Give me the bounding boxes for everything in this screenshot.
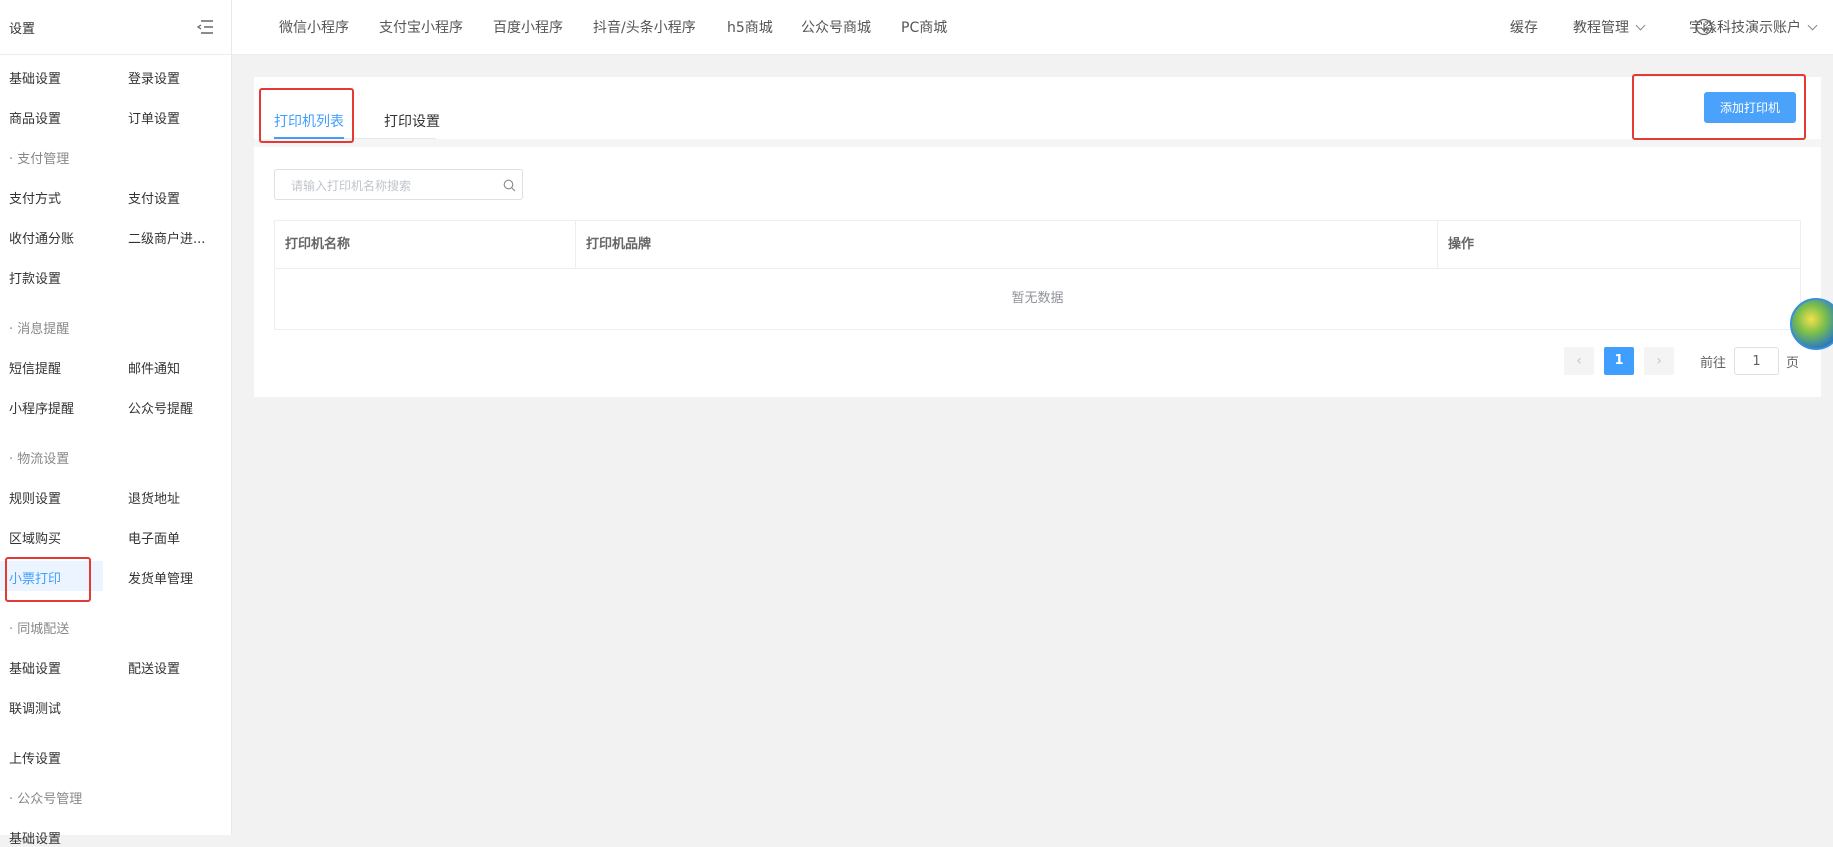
sidebar-group-pay: · 支付管理	[9, 152, 70, 167]
sidebar-group-msg: · 消息提醒	[9, 322, 70, 337]
sidebar-item-e-waybill[interactable]: 电子面单	[128, 528, 180, 547]
sidebar-item-rule[interactable]: 规则设置	[9, 488, 61, 507]
sidebar-item-pay-method[interactable]: 支付方式	[9, 188, 61, 207]
sidebar-item-payout[interactable]: 打款设置	[9, 268, 61, 287]
next-page-button[interactable]: ›	[1644, 347, 1674, 375]
sidebar-item-mp-basic[interactable]: 基础设置	[9, 828, 61, 847]
column-header-actions: 操作	[1437, 221, 1800, 269]
printer-search-box	[274, 169, 523, 200]
chevron-down-icon	[1807, 20, 1818, 31]
sidebar-item-goods[interactable]: 商品设置	[9, 108, 61, 127]
sidebar-item-sms[interactable]: 短信提醒	[9, 358, 61, 377]
goto-prefix: 前往	[1700, 356, 1727, 371]
sidebar-item-joint-test[interactable]: 联调测试	[9, 698, 61, 717]
tabs-bar: 打印机列表 打印设置 添加打印机	[254, 77, 1821, 139]
sidebar-item-region-buy[interactable]: 区域购买	[9, 528, 61, 547]
cache-link[interactable]: 缓存	[1510, 17, 1538, 37]
sidebar-item-mini-remind[interactable]: 小程序提醒	[9, 398, 74, 417]
sidebar-item-return-addr[interactable]: 退货地址	[128, 488, 180, 507]
sidebar-item-order[interactable]: 订单设置	[128, 108, 180, 127]
sidebar-item-split[interactable]: 收付通分账	[9, 228, 74, 247]
sidebar-title: 设置	[9, 22, 36, 37]
search-icon[interactable]	[503, 179, 516, 192]
top-navigation-bar: 微信小程序 支付宝小程序 百度小程序 抖音/头条小程序 h5商城 公众号商城 P…	[232, 0, 1833, 55]
sidebar-item-upload[interactable]: 上传设置	[9, 748, 61, 767]
sidebar-item-basic[interactable]: 基础设置	[9, 68, 61, 87]
current-page-button[interactable]: 1	[1604, 347, 1634, 375]
nav-baidu-mini[interactable]: 百度小程序	[493, 17, 563, 37]
sidebar-item-mp-remind[interactable]: 公众号提醒	[128, 398, 193, 417]
chevron-down-icon	[1635, 20, 1646, 31]
printer-table: 打印机名称 打印机品牌 操作 暂无数据	[274, 220, 1801, 330]
sidebar-item-city-basic[interactable]: 基础设置	[9, 658, 61, 677]
nav-mp-mall[interactable]: 公众号商城	[801, 17, 871, 37]
sidebar-item-login[interactable]: 登录设置	[128, 68, 180, 87]
floating-avatar[interactable]	[1790, 298, 1833, 350]
table-empty-text: 暂无数据	[1011, 291, 1064, 306]
sidebar-group-logistics: · 物流设置	[9, 452, 70, 467]
sidebar-group-city: · 同城配送	[9, 622, 70, 637]
add-printer-button[interactable]: 添加打印机	[1704, 92, 1796, 123]
nav-alipay-mini[interactable]: 支付宝小程序	[379, 17, 463, 37]
column-header-brand: 打印机品牌	[575, 221, 1437, 269]
table-header: 打印机名称 打印机品牌 操作	[275, 221, 1800, 269]
column-header-name: 打印机名称	[285, 237, 351, 252]
prev-page-button[interactable]: ‹	[1564, 347, 1594, 375]
printer-search-input[interactable]	[289, 176, 493, 196]
divider	[254, 139, 1821, 147]
sidebar-item-sub-merchant[interactable]: 二级商户进...	[128, 228, 205, 247]
settings-sidebar: 设置 基础设置 登录设置 商品设置 订单设置 · 支付管理 支付方式 支付设置 …	[0, 0, 232, 847]
nav-pc-mall[interactable]: PC商城	[901, 17, 947, 37]
goto-page-input[interactable]	[1734, 347, 1779, 375]
nav-douyin-mini[interactable]: 抖音/头条小程序	[593, 17, 696, 37]
account-label: 宇淼科技演示账户	[1689, 20, 1801, 36]
sidebar-item-receipt-print[interactable]: 小票打印	[9, 568, 61, 587]
printer-card: 打印机列表 打印设置 添加打印机 打印机名称 打印机品牌 操作 暂无数据 ‹ 1…	[254, 77, 1821, 397]
sidebar-header: 设置	[0, 0, 232, 55]
sidebar-item-delivery[interactable]: 配送设置	[128, 658, 180, 677]
tab-printer-list[interactable]: 打印机列表	[274, 111, 344, 131]
tutorial-menu[interactable]: 教程管理	[1573, 17, 1646, 37]
account-menu[interactable]: 宇淼科技演示账户	[1689, 17, 1818, 37]
sidebar-item-ship-doc[interactable]: 发货单管理	[128, 568, 193, 587]
sidebar-item-email[interactable]: 邮件通知	[128, 358, 180, 377]
sidebar-item-pay-setting[interactable]: 支付设置	[128, 188, 180, 207]
goto-suffix: 页	[1786, 356, 1800, 371]
sidebar-group-mp: · 公众号管理	[9, 792, 83, 807]
tab-print-settings[interactable]: 打印设置	[384, 111, 440, 131]
nav-wechat-mini[interactable]: 微信小程序	[279, 17, 349, 37]
tutorial-label: 教程管理	[1573, 20, 1629, 36]
nav-h5-mall[interactable]: h5商城	[727, 17, 773, 37]
collapse-menu-icon[interactable]	[196, 18, 214, 36]
